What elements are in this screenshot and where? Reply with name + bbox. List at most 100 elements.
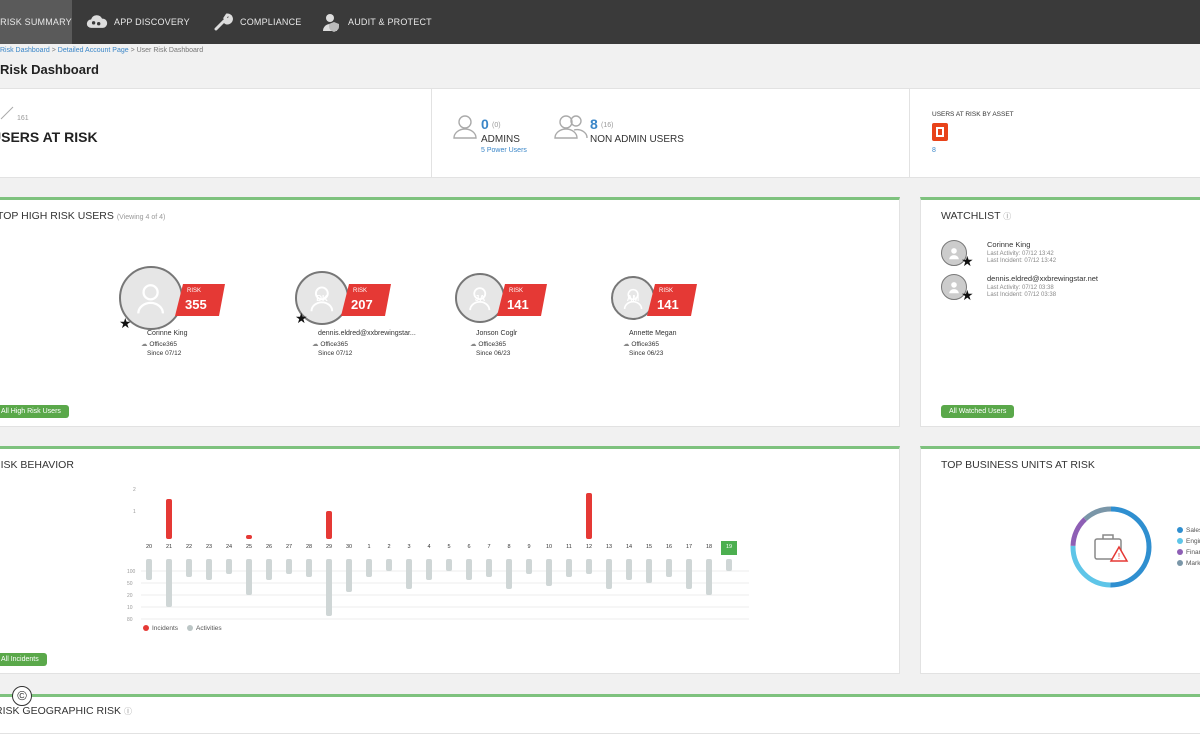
risk-score-badge: RISK 141 <box>497 284 547 316</box>
x-tick-label: 27 <box>286 544 292 550</box>
nav-compliance[interactable]: COMPLIANCE <box>212 0 302 44</box>
svg-text:!: ! <box>1118 552 1120 561</box>
incident-bar <box>166 499 172 539</box>
users-by-asset-card: USERS AT RISK BY ASSET 8 <box>909 88 1200 178</box>
risk-score-label: RISK <box>509 288 524 294</box>
user-name[interactable]: Corinne King <box>147 330 187 337</box>
all-high-risk-users-button[interactable]: All High Risk Users <box>0 405 69 418</box>
business-unit-legend-item[interactable]: Engineering <box>1177 538 1200 545</box>
y-tick-label: 1 <box>133 509 136 515</box>
risk-score-badge: RISK 141 <box>647 284 697 316</box>
top-business-units-title: TOP BUSINESS UNITS AT RISK <box>941 459 1095 471</box>
business-units-donut: ! <box>1070 506 1152 588</box>
user-initials: AM <box>626 293 640 303</box>
top-high-risk-users-title-text: TOP HIGH RISK USERS <box>0 210 114 222</box>
user-since: Since 06/23 <box>629 350 664 357</box>
x-tick-label: 4 <box>427 544 430 550</box>
user-app: ☁ Office365 <box>312 340 348 348</box>
incident-bar <box>246 535 252 539</box>
breadcrumb-link-risk-dashboard[interactable]: Risk Dashboard <box>0 47 50 54</box>
info-icon[interactable]: ⓘ <box>1003 212 1011 221</box>
top-high-risk-users-subtitle: (Viewing 4 of 4) <box>116 214 166 221</box>
risk-score-value: 355 <box>185 297 207 312</box>
admins-unit: (0) <box>492 122 501 129</box>
cloud-icon: ☁ <box>470 341 477 348</box>
user-name[interactable]: dennis.eldred@xxbrewingstar... <box>318 330 416 337</box>
risk-score-label: RISK <box>353 288 368 294</box>
user-initials: DK <box>316 293 328 303</box>
activity-bar <box>726 559 732 571</box>
legend-activities: Activities <box>187 625 222 632</box>
office365-icon[interactable] <box>932 123 948 141</box>
user-name[interactable]: Annette Megan <box>629 330 676 337</box>
trend-icon <box>0 106 14 120</box>
activity-bar <box>646 559 652 583</box>
star-icon[interactable]: ★ <box>295 311 308 325</box>
user-name[interactable]: Jonson Coglr <box>476 330 517 337</box>
activity-bar <box>226 559 232 574</box>
user-app-label: Office365 <box>478 341 507 348</box>
nav-risk-summary[interactable]: RISK SUMMARY <box>0 0 72 44</box>
nav-audit-protect[interactable]: AUDIT & PROTECT <box>320 0 432 44</box>
risk-score-value: 141 <box>507 297 529 312</box>
activity-bar <box>186 559 192 577</box>
x-tick-label: 2 <box>387 544 390 550</box>
star-icon[interactable]: ★ <box>961 288 974 302</box>
x-tick-label: 18 <box>706 544 712 550</box>
user-initials: JA <box>474 293 486 303</box>
all-incidents-button[interactable]: All Incidents <box>0 653 47 666</box>
all-watched-users-button[interactable]: All Watched Users <box>941 405 1015 418</box>
business-unit-legend-item[interactable]: Finance <box>1177 549 1200 556</box>
risk-score-badge: RISK 207 <box>341 284 391 316</box>
incident-bar <box>326 511 332 539</box>
activity-bar <box>506 559 512 589</box>
legend-swatch <box>1177 538 1183 545</box>
risk-behavior-chart: 211005020108020 21 22 23 24 25 26 27 28 29 30 1 2 3 4 5… <box>127 487 749 623</box>
power-users-link[interactable]: 5 Power Users <box>481 147 527 154</box>
activity-bar <box>406 559 412 589</box>
top-business-units-card: TOP BUSINESS UNITS AT RISK ! Sales Engine… <box>920 446 1200 674</box>
cloud-icon <box>86 11 108 33</box>
watch-last-incident: Last Incident: 07/12 13:42 <box>987 258 1057 264</box>
watch-user-name[interactable]: Corinne King <box>987 240 1030 249</box>
geographic-risk-title: RISK GEOGRAPHIC RISK ⓘ <box>0 705 132 717</box>
activity-bar <box>486 559 492 577</box>
business-unit-legend-item[interactable]: Marketing <box>1177 560 1200 567</box>
x-tick-label: 14 <box>626 544 632 550</box>
activity-bar <box>366 559 372 577</box>
top-high-risk-users-title: TOP HIGH RISK USERS (Viewing 4 of 4) <box>0 210 165 222</box>
business-unit-legend-item[interactable]: Sales <box>1177 527 1200 534</box>
watchlist-title-text: WATCHLIST <box>941 210 1001 222</box>
user-silhouette-icon <box>137 284 165 314</box>
x-tick-label: 21 <box>166 544 172 550</box>
users-at-risk-label: USERS AT RISK <box>0 129 98 145</box>
legend-swatch <box>1177 560 1183 567</box>
cloud-icon: ☁ <box>623 341 630 348</box>
star-icon[interactable]: ★ <box>961 254 974 268</box>
risk-score-value: 141 <box>657 297 679 312</box>
activity-bar <box>426 559 432 580</box>
user-app-label: Office365 <box>149 341 178 348</box>
activity-bar <box>666 559 672 577</box>
activity-bar <box>566 559 572 577</box>
breadcrumb-link-detailed-account[interactable]: Detailed Account Page <box>58 47 129 54</box>
nav-app-discovery[interactable]: APP DISCOVERY <box>86 0 190 44</box>
info-icon[interactable]: ⓘ <box>124 707 132 716</box>
activity-bar <box>206 559 212 580</box>
business-unit-label: Finance <box>1186 549 1200 556</box>
x-tick-label: 11 <box>566 544 572 550</box>
star-icon[interactable]: ★ <box>119 316 132 330</box>
cloud-icon: ☁ <box>312 341 319 348</box>
activity-bar <box>246 559 252 595</box>
top-navigation: RISK SUMMARY APP DISCOVERY COMPLIANCE AU… <box>0 0 1200 44</box>
nav-app-discovery-label: APP DISCOVERY <box>114 17 190 27</box>
watchlist-card: WATCHLIST ⓘ ★ Corinne King Last Activity… <box>920 197 1200 427</box>
x-tick-label: 30 <box>346 544 352 550</box>
watch-user-name[interactable]: dennis.eldred@xxbrewingstar.net <box>987 274 1098 283</box>
x-tick-label: 26 <box>266 544 272 550</box>
legend-incidents-label: Incidents <box>152 625 179 632</box>
incident-bar <box>586 493 592 539</box>
y-tick-label: 2 <box>133 487 136 493</box>
users-by-asset-count[interactable]: 8 <box>932 147 936 154</box>
users-at-risk-card: 161 USERS AT RISK <box>0 88 432 178</box>
